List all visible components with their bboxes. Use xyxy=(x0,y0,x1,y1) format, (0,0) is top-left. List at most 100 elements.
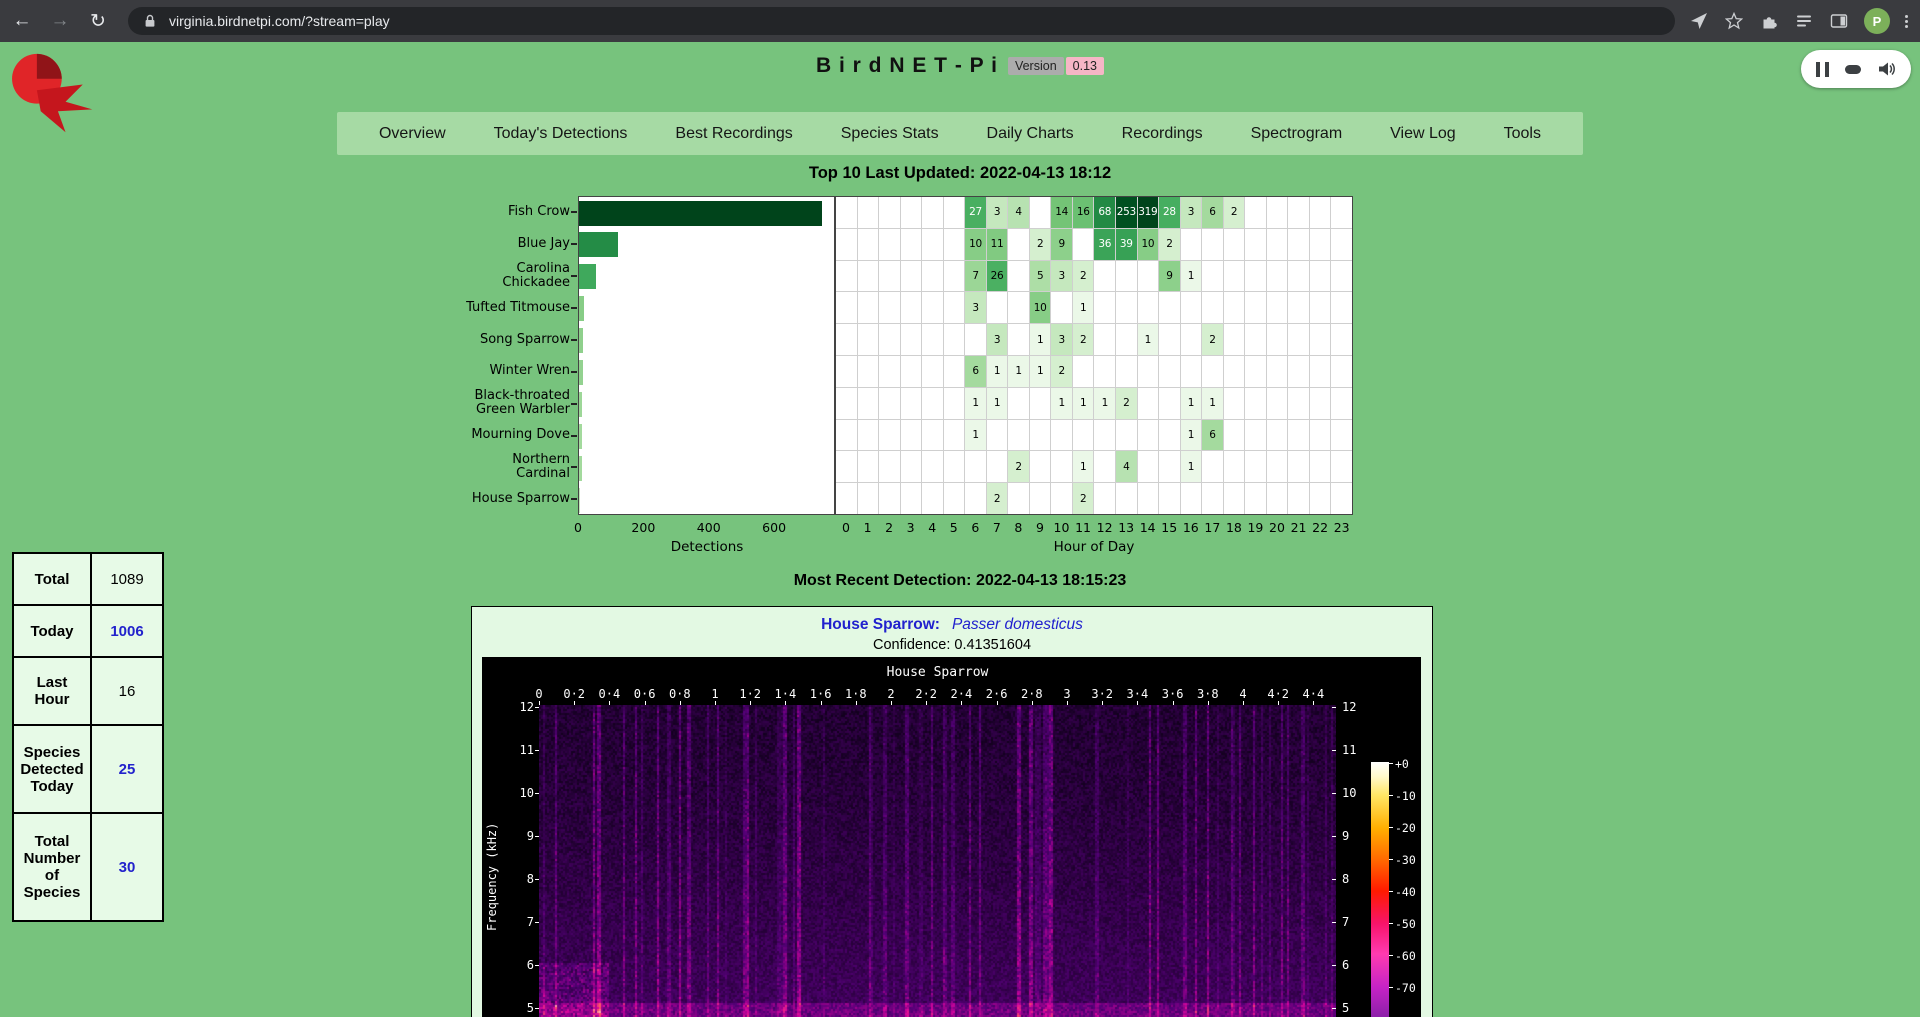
spec-y-tick: 10 xyxy=(1342,786,1368,800)
heat-cell xyxy=(836,324,857,355)
colorbar-label: -40 xyxy=(1395,885,1416,899)
nav-item-today-s-detections[interactable]: Today's Detections xyxy=(488,125,634,143)
hour-axis-tick: 13 xyxy=(1118,520,1134,535)
stat-value[interactable]: 25 xyxy=(91,725,163,813)
heat-cell xyxy=(1202,483,1223,514)
extensions-puzzle-icon[interactable] xyxy=(1759,11,1779,31)
spec-y-tickmark xyxy=(1332,879,1336,880)
bookmark-star-icon[interactable] xyxy=(1724,11,1744,31)
stat-value[interactable]: 1006 xyxy=(91,605,163,657)
nav-item-spectrogram[interactable]: Spectrogram xyxy=(1245,125,1349,143)
colorbar-tickmark xyxy=(1389,891,1393,892)
spec-x-tickmark xyxy=(645,701,646,705)
browser-toolbar: ← → ↻ virginia.birdnetpi.com/?stream=pla… xyxy=(0,0,1920,42)
heat-cell xyxy=(1288,356,1309,387)
volume-icon[interactable] xyxy=(1876,59,1896,79)
heat-cell xyxy=(879,261,900,292)
heat-cell: 1 xyxy=(1051,388,1072,419)
species-axis-tickmark xyxy=(571,498,577,500)
reading-list-icon[interactable] xyxy=(1794,11,1814,31)
spec-y-tickmark xyxy=(535,1008,539,1009)
heat-cell: 3 xyxy=(987,197,1008,228)
heat-cell xyxy=(879,388,900,419)
heat-cell xyxy=(1267,451,1288,482)
nav-item-daily-charts[interactable]: Daily Charts xyxy=(981,125,1080,143)
spectrogram-title: House Sparrow xyxy=(539,665,1336,680)
heat-cell xyxy=(1202,292,1223,323)
send-icon[interactable] xyxy=(1689,11,1709,31)
heat-cell: 6 xyxy=(1202,197,1223,228)
heat-cell xyxy=(944,451,965,482)
heat-cell xyxy=(922,292,943,323)
forward-button[interactable]: → xyxy=(44,5,76,37)
hour-axis-tick: 10 xyxy=(1054,520,1070,535)
version-value: 0.13 xyxy=(1066,57,1104,75)
side-panel-icon[interactable] xyxy=(1829,11,1849,31)
nav-item-best-recordings[interactable]: Best Recordings xyxy=(669,125,798,143)
heat-cell: 4 xyxy=(1008,197,1029,228)
heat-cell xyxy=(944,420,965,451)
heat-cell xyxy=(1245,197,1266,228)
heat-cell: 2 xyxy=(1159,229,1180,260)
species-axis-tickmark xyxy=(571,371,577,373)
detection-scientific-name-link[interactable]: Passer domesticus xyxy=(952,616,1083,633)
nav-item-view-log[interactable]: View Log xyxy=(1384,125,1462,143)
species-label-carolina-chickadee: CarolinaChickadee xyxy=(330,260,570,292)
profile-avatar[interactable]: P xyxy=(1864,8,1890,34)
heat-cell xyxy=(1181,292,1202,323)
heat-cell xyxy=(1331,420,1352,451)
nav-item-overview[interactable]: Overview xyxy=(373,125,452,143)
heat-cell xyxy=(836,261,857,292)
heat-cell xyxy=(1267,229,1288,260)
stat-value[interactable]: 30 xyxy=(91,813,163,921)
species-axis-tickmark xyxy=(571,339,577,341)
hour-axis-tick: 0 xyxy=(842,520,850,535)
spec-x-tick: 0·2 xyxy=(563,687,585,701)
pause-button[interactable] xyxy=(1816,62,1829,77)
spec-y-tick: 8 xyxy=(1342,872,1368,886)
heat-cell: 2 xyxy=(1224,197,1245,228)
hour-axis-tick: 18 xyxy=(1226,520,1242,535)
browser-menu-icon[interactable] xyxy=(1905,15,1908,28)
heat-cell: 6 xyxy=(965,356,986,387)
species-label-blue-jay: Blue Jay xyxy=(330,228,570,260)
heat-cell xyxy=(1138,356,1159,387)
heat-cell xyxy=(1245,420,1266,451)
hour-axis-tick: 21 xyxy=(1291,520,1307,535)
nav-item-recordings[interactable]: Recordings xyxy=(1116,125,1209,143)
heat-cell xyxy=(1138,388,1159,419)
colorbar-label: -50 xyxy=(1395,917,1416,931)
spec-y-tickmark xyxy=(1332,836,1336,837)
heat-cell: 1 xyxy=(1202,388,1223,419)
nav-item-tools[interactable]: Tools xyxy=(1498,125,1547,143)
audio-player[interactable] xyxy=(1801,50,1911,88)
spec-x-tickmark xyxy=(926,701,927,705)
lock-icon xyxy=(140,11,160,31)
heat-cell xyxy=(922,451,943,482)
hourly-heatmap-panel: 2734141668253319283621011293639102726532… xyxy=(835,196,1353,515)
spec-x-tickmark xyxy=(1102,701,1103,705)
heat-cell xyxy=(1008,261,1029,292)
heat-cell xyxy=(1202,451,1223,482)
hour-axis-tick: 15 xyxy=(1161,520,1177,535)
nav-item-species-stats[interactable]: Species Stats xyxy=(835,125,945,143)
spec-y-tick: 7 xyxy=(1342,915,1368,929)
back-button[interactable]: ← xyxy=(6,5,38,37)
heat-cell xyxy=(1310,261,1331,292)
detection-common-name-link[interactable]: House Sparrow: xyxy=(821,616,940,633)
heat-cell xyxy=(944,483,965,514)
heat-cell xyxy=(858,292,879,323)
heat-cell xyxy=(858,356,879,387)
heat-cell xyxy=(1331,356,1352,387)
stats-row-species-detected-today: Species Detected Today25 xyxy=(13,725,163,813)
stats-table: Total1089Today1006Last Hour16Species Det… xyxy=(12,552,164,922)
heat-cell xyxy=(1138,292,1159,323)
heat-cell: 1 xyxy=(1073,292,1094,323)
address-bar[interactable]: virginia.birdnetpi.com/?stream=play xyxy=(128,7,1675,35)
spec-x-tickmark xyxy=(821,701,822,705)
bar-song-sparrow xyxy=(579,328,583,353)
stats-row-today: Today1006 xyxy=(13,605,163,657)
heat-cell: 36 xyxy=(1094,229,1115,260)
reload-button[interactable]: ↻ xyxy=(82,5,114,37)
spec-x-tickmark xyxy=(891,701,892,705)
